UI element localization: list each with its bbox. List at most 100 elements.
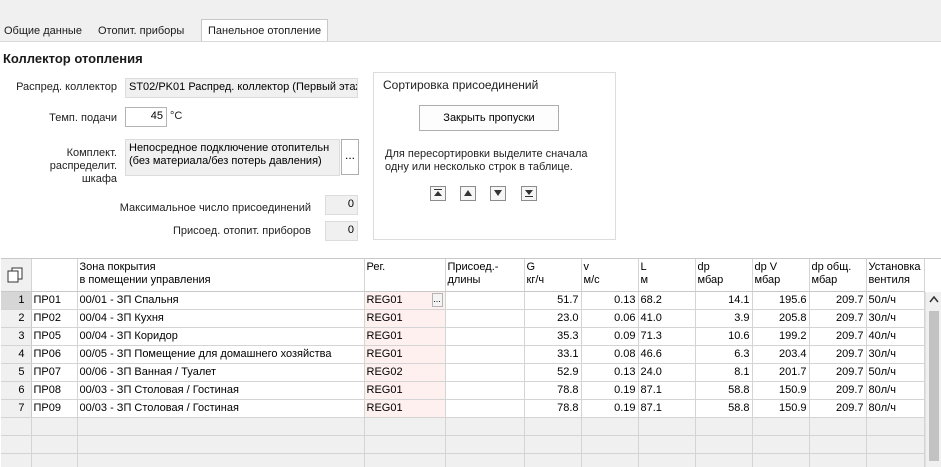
col-dpv[interactable]: dp Vмбар [752, 259, 810, 292]
cell-dp[interactable]: 10.6 [695, 327, 753, 346]
col-l[interactable]: Lм [638, 259, 696, 292]
cell-reg[interactable]: REG01 [364, 309, 446, 328]
cell-code[interactable]: ПР07 [31, 363, 78, 382]
cell-v[interactable]: 0.08 [581, 345, 639, 364]
cell-code[interactable]: ПР02 [31, 309, 78, 328]
cell-reg[interactable]: ... REG01 [364, 291, 446, 310]
cell-conn-length[interactable] [445, 327, 525, 346]
table-row[interactable]: 3 ПР05 00/04 - ЗП Коридор REG01 35.3 0.09 71.3… [1, 327, 925, 346]
col-v[interactable]: v м/с [581, 259, 639, 292]
col-g[interactable]: Gкг/ч [524, 259, 582, 292]
cell-g[interactable]: 52.9 [524, 363, 582, 382]
cell-dp[interactable]: 3.9 [695, 309, 753, 328]
cell-conn-length[interactable] [445, 309, 525, 328]
cell-conn-length[interactable] [445, 345, 525, 364]
vertical-scrollbar[interactable] [925, 292, 941, 467]
cell-dp[interactable]: 6.3 [695, 345, 753, 364]
table-row[interactable]: 5 ПР07 00/06 - ЗП Ванная / Туалет REG02 52.9… [1, 363, 925, 382]
cell-code[interactable]: ПР06 [31, 345, 78, 364]
cell-conn-length[interactable] [445, 381, 525, 400]
cell-v[interactable]: 0.13 [581, 363, 639, 382]
cell-zone[interactable]: 00/04 - ЗП Коридор [77, 327, 365, 346]
table-row[interactable]: 7 ПР09 00/03 - ЗП Столовая / Гостиная REG01… [1, 399, 925, 418]
cell-dp-total[interactable]: 209.7 [809, 399, 867, 418]
cell-g[interactable]: 78.8 [524, 381, 582, 400]
cell-dp[interactable]: 58.8 [695, 399, 753, 418]
cell-dpv[interactable]: 205.8 [752, 309, 810, 328]
cell-zone[interactable]: 00/05 - ЗП Помещение для домашнего хозяй… [77, 345, 365, 364]
cell-dp-total[interactable]: 209.7 [809, 327, 867, 346]
cell-dp-total[interactable]: 209.7 [809, 363, 867, 382]
col-reg[interactable]: Рег. [364, 259, 446, 292]
cell-zone[interactable]: 00/03 - ЗП Столовая / Гостиная [77, 399, 365, 418]
move-down-icon[interactable] [490, 186, 506, 201]
cell-l[interactable]: 87.1 [638, 381, 696, 400]
row-number[interactable]: 6 [1, 381, 32, 400]
cell-g[interactable]: 78.8 [524, 399, 582, 418]
table-row[interactable]: 6 ПР08 00/03 - ЗП Столовая / Гостиная REG01… [1, 381, 925, 400]
supply-temp-input[interactable]: 45 [125, 107, 167, 127]
cell-reg[interactable]: REG01 [364, 381, 446, 400]
cell-zone[interactable]: 00/03 - ЗП Столовая / Гостиная [77, 381, 365, 400]
close-gaps-button[interactable]: Закрыть пропуски [419, 105, 559, 131]
cell-dp[interactable]: 8.1 [695, 363, 753, 382]
cell-v[interactable]: 0.19 [581, 381, 639, 400]
cell-valve[interactable]: 80л/ч [866, 399, 925, 418]
cell-zone[interactable]: 00/06 - ЗП Ванная / Туалет [77, 363, 365, 382]
col-dp-total[interactable]: dp общ. мбар [809, 259, 867, 292]
cell-code[interactable]: ПР08 [31, 381, 78, 400]
cell-code[interactable]: ПР01 [31, 291, 78, 310]
cell-dpv[interactable]: 199.2 [752, 327, 810, 346]
col-code[interactable] [31, 259, 78, 292]
copy-icon[interactable] [3, 267, 23, 286]
cell-l[interactable]: 24.0 [638, 363, 696, 382]
cell-v[interactable]: 0.09 [581, 327, 639, 346]
move-bottom-icon[interactable] [521, 186, 537, 201]
cell-valve[interactable]: 50л/ч [866, 363, 925, 382]
cell-conn-length[interactable] [445, 399, 525, 418]
row-number[interactable]: 7 [1, 399, 32, 418]
cabinet-browse-button[interactable]: ... [341, 139, 359, 175]
collector-field[interactable]: ST02/PK01 Распред. коллектор (Первый эта… [125, 78, 358, 98]
cell-dpv[interactable]: 150.9 [752, 399, 810, 418]
cell-g[interactable]: 33.1 [524, 345, 582, 364]
cell-reg[interactable]: REG01 [364, 399, 446, 418]
cell-zone[interactable]: 00/01 - ЗП Спальня [77, 291, 365, 310]
cell-dp-total[interactable]: 209.7 [809, 291, 867, 310]
reg-select-button[interactable]: ... [431, 292, 443, 307]
cell-dp-total[interactable]: 209.7 [809, 345, 867, 364]
cell-dp[interactable]: 14.1 [695, 291, 753, 310]
cell-dpv[interactable]: 203.4 [752, 345, 810, 364]
cell-g[interactable]: 35.3 [524, 327, 582, 346]
cell-valve[interactable]: 40л/ч [866, 327, 925, 346]
cell-l[interactable]: 41.0 [638, 309, 696, 328]
row-number[interactable]: 3 [1, 327, 32, 346]
cabinet-field[interactable]: Непосредное подключение отопительн (без … [125, 139, 340, 176]
tab-panel-heating[interactable]: Панельное отопление [201, 19, 329, 42]
cell-v[interactable]: 0.19 [581, 399, 639, 418]
cell-code[interactable]: ПР05 [31, 327, 78, 346]
col-dp[interactable]: dp мбар [695, 259, 753, 292]
col-valve[interactable]: Установка вентиля [866, 259, 925, 292]
tab-heating-devices[interactable]: Отопит. приборы [94, 21, 188, 42]
table-corner[interactable] [1, 259, 32, 292]
cell-valve[interactable]: 30л/ч [866, 345, 925, 364]
scroll-up-icon[interactable] [929, 295, 939, 303]
cell-g[interactable]: 51.7 [524, 291, 582, 310]
cell-reg[interactable]: REG01 [364, 345, 446, 364]
cell-l[interactable]: 71.3 [638, 327, 696, 346]
cell-valve[interactable]: 80л/ч [866, 381, 925, 400]
cell-dp-total[interactable]: 209.7 [809, 381, 867, 400]
cell-dpv[interactable]: 201.7 [752, 363, 810, 382]
cell-g[interactable]: 23.0 [524, 309, 582, 328]
cell-reg[interactable]: REG02 [364, 363, 446, 382]
cell-conn-length[interactable] [445, 363, 525, 382]
row-number[interactable]: 2 [1, 309, 32, 328]
cell-dp[interactable]: 58.8 [695, 381, 753, 400]
tab-general-data[interactable]: Общие данные [0, 21, 86, 42]
cell-valve[interactable]: 50л/ч [866, 291, 925, 310]
cell-l[interactable]: 68.2 [638, 291, 696, 310]
col-conn-length[interactable]: Присоед.- длины [445, 259, 525, 292]
move-up-icon[interactable] [460, 186, 476, 201]
cell-zone[interactable]: 00/04 - ЗП Кухня [77, 309, 365, 328]
